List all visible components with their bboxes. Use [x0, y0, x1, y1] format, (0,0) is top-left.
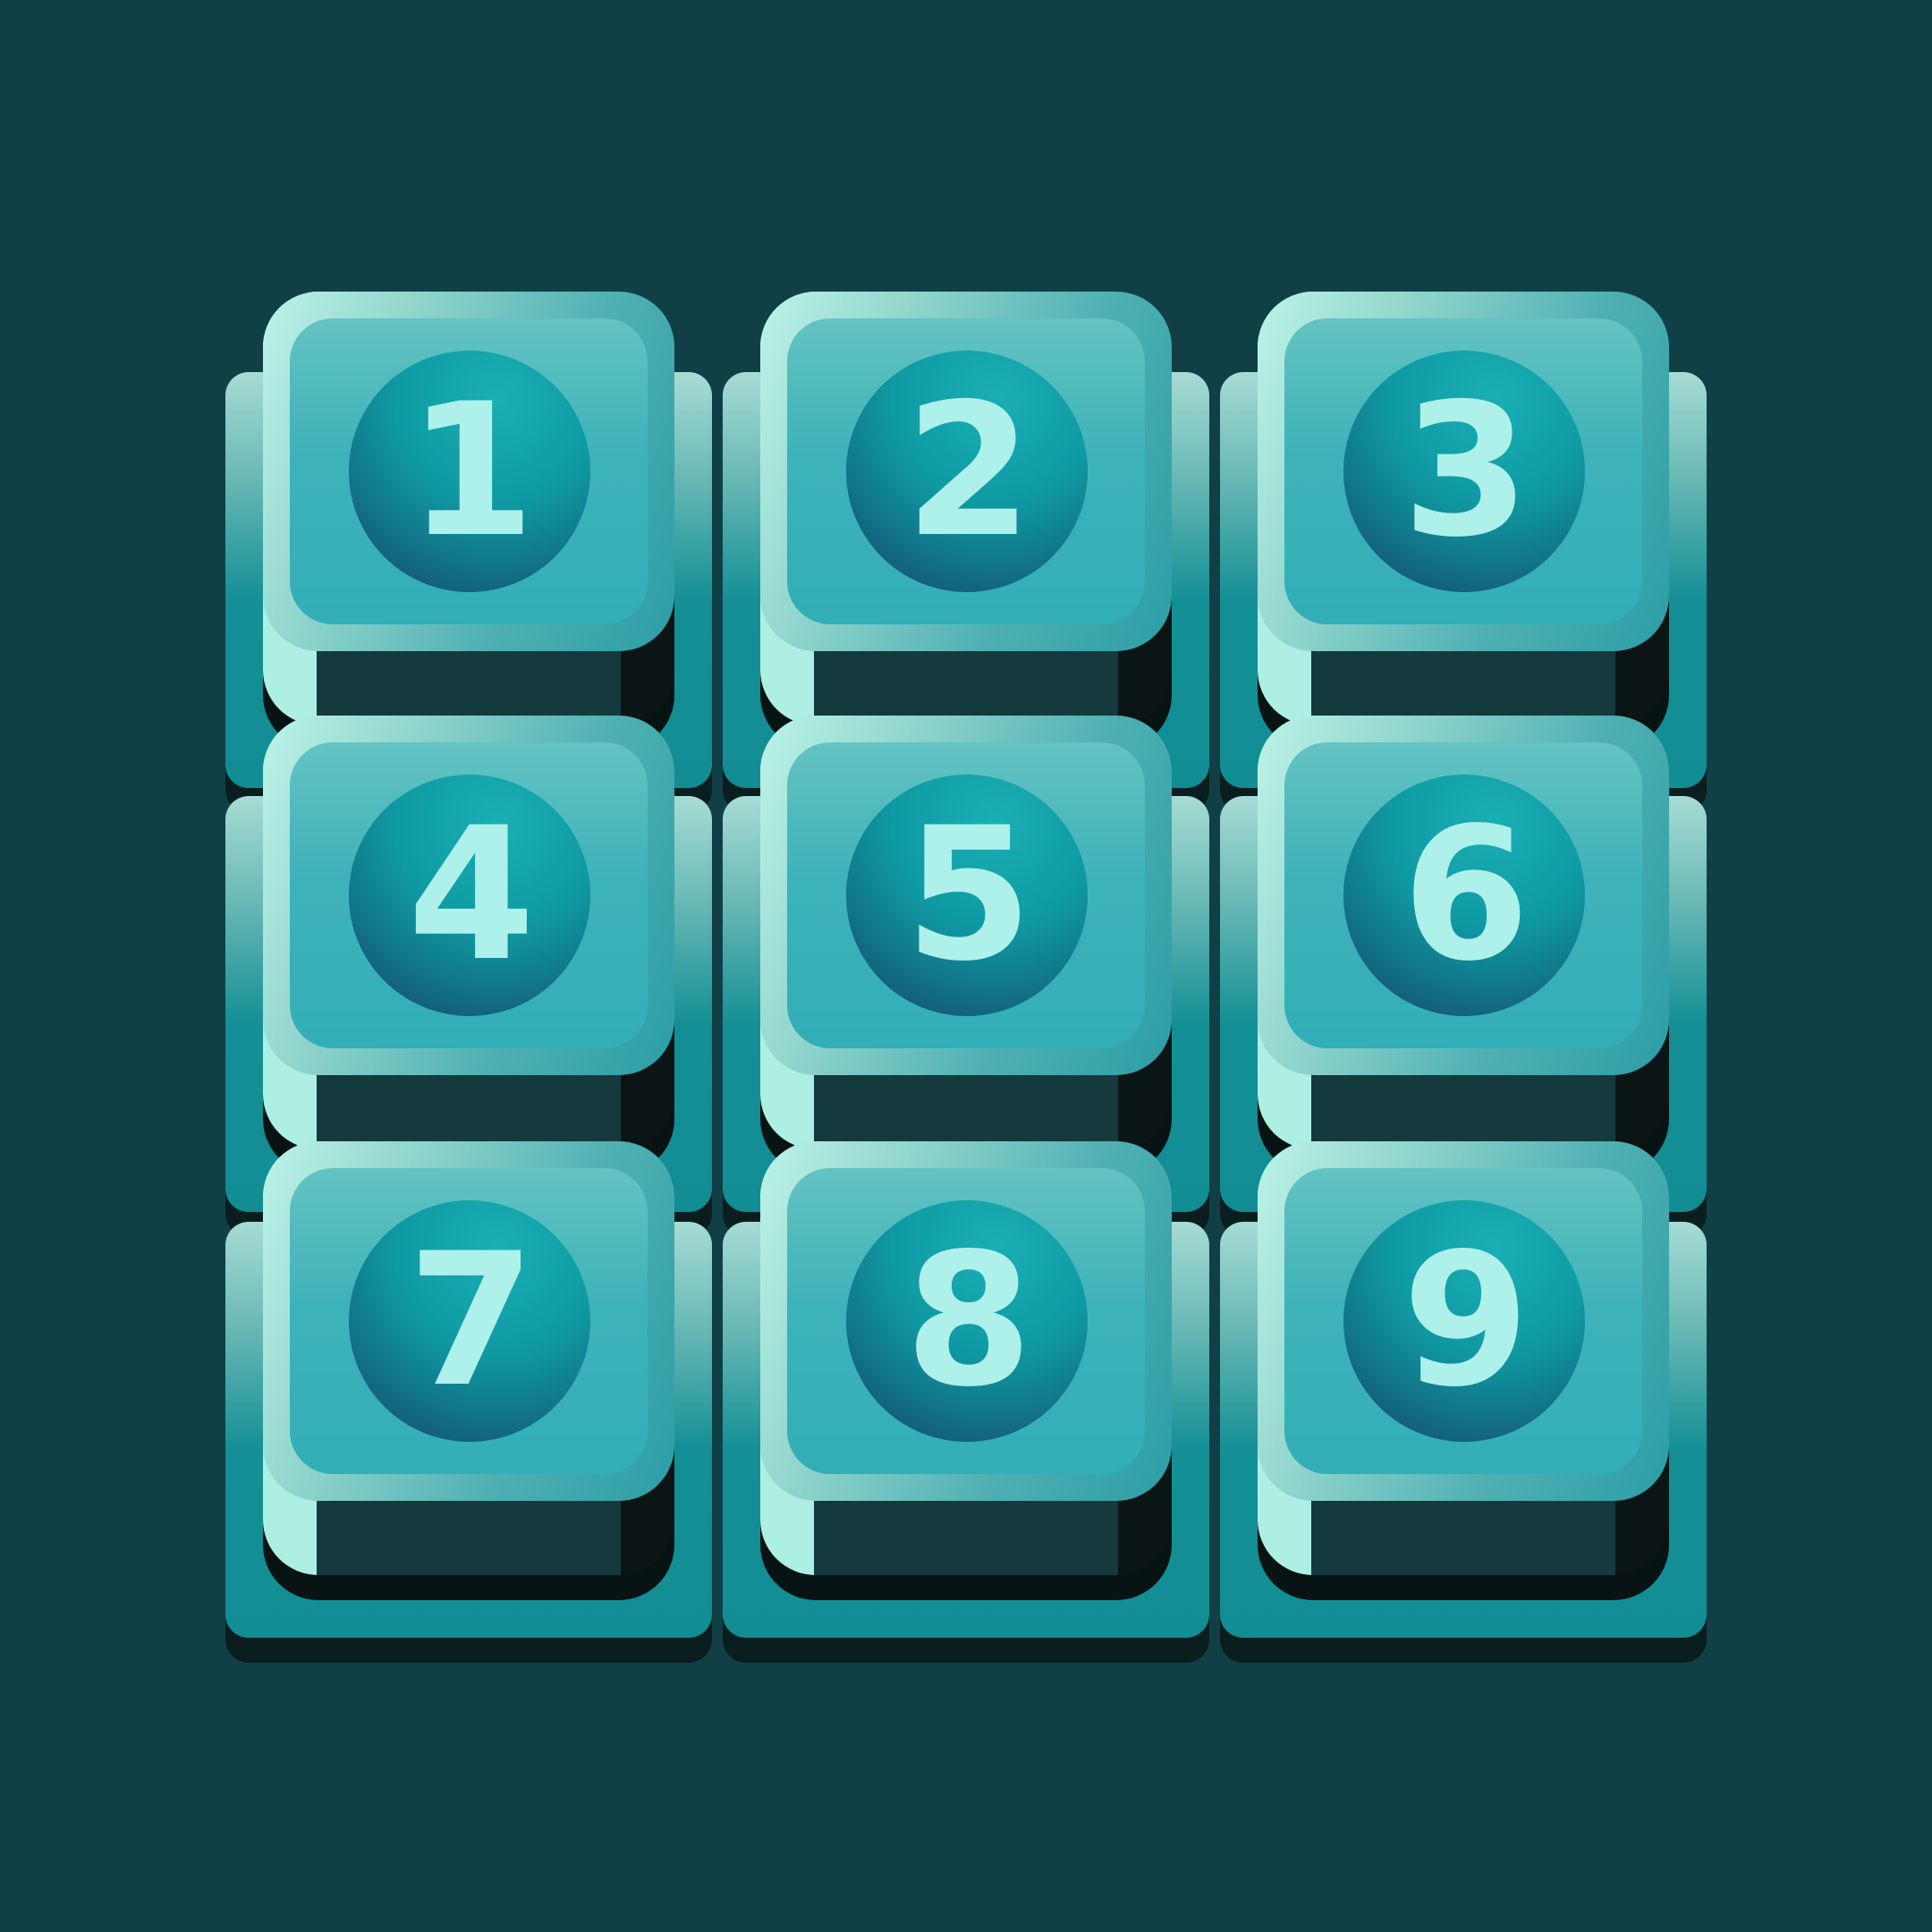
key-knob: 4	[349, 775, 590, 1016]
key-9-button[interactable]: 9	[1220, 1141, 1716, 1663]
key-knob: 1	[349, 351, 590, 592]
key-knob: 2	[846, 351, 1088, 592]
key-digit: 4	[407, 788, 536, 1002]
key-digit: 3	[1402, 364, 1530, 578]
key-digit: 8	[904, 1214, 1033, 1428]
key-knob: 5	[846, 775, 1088, 1016]
key-5-button[interactable]: 5	[723, 716, 1219, 1237]
key-digit: 5	[904, 788, 1033, 1002]
keypad-board: 1 2 3 4 5 6 7 8 9	[0, 0, 1932, 1932]
key-7-button[interactable]: 7	[225, 1141, 722, 1663]
key-digit: 7	[407, 1214, 536, 1428]
key-6-button[interactable]: 6	[1220, 716, 1716, 1237]
key-8-button[interactable]: 8	[723, 1141, 1219, 1663]
key-digit: 6	[1402, 788, 1530, 1002]
key-knob: 7	[349, 1200, 590, 1442]
key-1-button[interactable]: 1	[225, 292, 722, 813]
key-knob: 8	[846, 1200, 1088, 1442]
key-digit: 1	[407, 364, 536, 578]
key-4-button[interactable]: 4	[225, 716, 722, 1237]
key-digit: 2	[904, 364, 1033, 578]
key-knob: 6	[1343, 775, 1585, 1016]
key-digit: 9	[1402, 1214, 1530, 1428]
key-3-button[interactable]: 3	[1220, 292, 1716, 813]
key-2-button[interactable]: 2	[723, 292, 1219, 813]
key-knob: 9	[1343, 1200, 1585, 1442]
key-knob: 3	[1343, 351, 1585, 592]
